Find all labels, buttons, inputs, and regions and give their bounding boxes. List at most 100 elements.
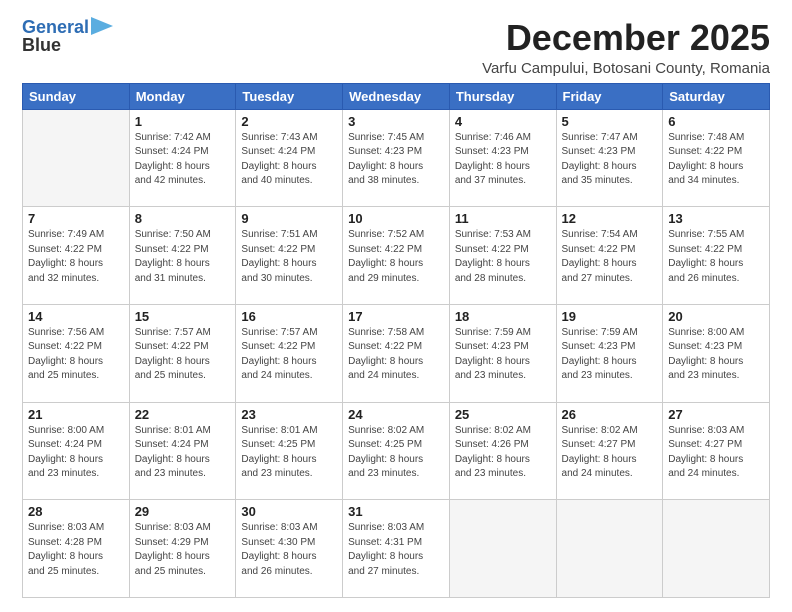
day-number: 28 [28, 504, 124, 519]
calendar-cell: 13 Sunrise: 7:55 AM Sunset: 4:22 PM Dayli… [663, 207, 770, 305]
calendar-cell: 2 Sunrise: 7:43 AM Sunset: 4:24 PM Daylig… [236, 109, 343, 207]
calendar-cell: 29 Sunrise: 8:03 AM Sunset: 4:29 PM Dayli… [129, 500, 236, 598]
day-info: Sunrise: 7:55 AM Sunset: 4:22 PM Dayligh… [668, 228, 764, 286]
day-info: Sunrise: 8:02 AM Sunset: 4:26 PM Dayligh… [455, 424, 551, 482]
calendar-table: Sunday Monday Tuesday Wednesday Thursday… [22, 83, 770, 598]
calendar-cell: 17 Sunrise: 7:58 AM Sunset: 4:22 PM Dayli… [343, 304, 450, 402]
page: General Blue December 2025 Varfu Campulu… [0, 0, 792, 612]
day-info: Sunrise: 7:57 AM Sunset: 4:22 PM Dayligh… [135, 326, 231, 384]
calendar-cell: 14 Sunrise: 7:56 AM Sunset: 4:22 PM Dayli… [23, 304, 130, 402]
day-number: 19 [562, 309, 658, 324]
day-number: 2 [241, 114, 337, 129]
day-info: Sunrise: 8:01 AM Sunset: 4:24 PM Dayligh… [135, 424, 231, 482]
day-info: Sunrise: 8:01 AM Sunset: 4:25 PM Dayligh… [241, 424, 337, 482]
calendar-cell: 26 Sunrise: 8:02 AM Sunset: 4:27 PM Dayli… [556, 402, 663, 500]
day-info: Sunrise: 7:42 AM Sunset: 4:24 PM Dayligh… [135, 131, 231, 189]
logo-general: General [22, 17, 89, 37]
day-info: Sunrise: 8:03 AM Sunset: 4:27 PM Dayligh… [668, 424, 764, 482]
title-block: December 2025 Varfu Campului, Botosani C… [482, 18, 770, 77]
day-number: 1 [135, 114, 231, 129]
day-number: 31 [348, 504, 444, 519]
day-number: 14 [28, 309, 124, 324]
calendar-cell: 27 Sunrise: 8:03 AM Sunset: 4:27 PM Dayli… [663, 402, 770, 500]
day-number: 3 [348, 114, 444, 129]
day-info: Sunrise: 8:02 AM Sunset: 4:25 PM Dayligh… [348, 424, 444, 482]
day-info: Sunrise: 7:59 AM Sunset: 4:23 PM Dayligh… [562, 326, 658, 384]
calendar-week-0: 1 Sunrise: 7:42 AM Sunset: 4:24 PM Daylig… [23, 109, 770, 207]
day-number: 18 [455, 309, 551, 324]
calendar-cell: 20 Sunrise: 8:00 AM Sunset: 4:23 PM Dayli… [663, 304, 770, 402]
calendar-cell: 3Sunrise: 7:45 AM Sunset: 4:23 PM Daylig… [343, 109, 450, 207]
day-number: 22 [135, 407, 231, 422]
calendar-cell: 12 Sunrise: 7:54 AM Sunset: 4:22 PM Dayli… [556, 207, 663, 305]
col-monday: Monday [129, 83, 236, 109]
day-number: 23 [241, 407, 337, 422]
calendar-cell: 19 Sunrise: 7:59 AM Sunset: 4:23 PM Dayli… [556, 304, 663, 402]
day-number: 20 [668, 309, 764, 324]
day-info: Sunrise: 7:59 AM Sunset: 4:23 PM Dayligh… [455, 326, 551, 384]
day-number: 6 [668, 114, 764, 129]
calendar-cell [23, 109, 130, 207]
calendar-cell: 30 Sunrise: 8:03 AM Sunset: 4:30 PM Dayli… [236, 500, 343, 598]
day-info: Sunrise: 8:03 AM Sunset: 4:29 PM Dayligh… [135, 521, 231, 579]
month-title: December 2025 [482, 18, 770, 58]
calendar-cell: 6 Sunrise: 7:48 AM Sunset: 4:22 PM Daylig… [663, 109, 770, 207]
day-info: Sunrise: 8:03 AM Sunset: 4:31 PM Dayligh… [348, 521, 444, 579]
day-info: Sunrise: 8:00 AM Sunset: 4:23 PM Dayligh… [668, 326, 764, 384]
logo-blue: Blue [22, 36, 61, 56]
day-info: Sunrise: 7:56 AM Sunset: 4:22 PM Dayligh… [28, 326, 124, 384]
calendar-cell: 18 Sunrise: 7:59 AM Sunset: 4:23 PM Dayli… [449, 304, 556, 402]
day-number: 13 [668, 211, 764, 226]
subtitle: Varfu Campului, Botosani County, Romania [482, 60, 770, 77]
calendar-cell: 10 Sunrise: 7:52 AM Sunset: 4:22 PM Dayli… [343, 207, 450, 305]
day-info: Sunrise: 7:54 AM Sunset: 4:22 PM Dayligh… [562, 228, 658, 286]
day-number: 11 [455, 211, 551, 226]
day-info: Sunrise: 7:51 AM Sunset: 4:22 PM Dayligh… [241, 228, 337, 286]
day-info: Sunrise: 7:47 AM Sunset: 4:23 PM Dayligh… [562, 131, 658, 189]
calendar-cell: 8 Sunrise: 7:50 AM Sunset: 4:22 PM Daylig… [129, 207, 236, 305]
day-info: Sunrise: 8:03 AM Sunset: 4:28 PM Dayligh… [28, 521, 124, 579]
logo-arrow-icon [91, 17, 113, 35]
calendar-cell [556, 500, 663, 598]
col-saturday: Saturday [663, 83, 770, 109]
calendar-cell: 15 Sunrise: 7:57 AM Sunset: 4:22 PM Dayli… [129, 304, 236, 402]
day-number: 10 [348, 211, 444, 226]
day-info: Sunrise: 7:57 AM Sunset: 4:22 PM Dayligh… [241, 326, 337, 384]
calendar-cell: 24 Sunrise: 8:02 AM Sunset: 4:25 PM Dayli… [343, 402, 450, 500]
day-info: Sunrise: 7:43 AM Sunset: 4:24 PM Dayligh… [241, 131, 337, 189]
calendar-week-1: 7Sunrise: 7:49 AM Sunset: 4:22 PM Daylig… [23, 207, 770, 305]
calendar-cell: 22 Sunrise: 8:01 AM Sunset: 4:24 PM Dayli… [129, 402, 236, 500]
day-number: 27 [668, 407, 764, 422]
day-info: Sunrise: 8:03 AM Sunset: 4:30 PM Dayligh… [241, 521, 337, 579]
day-number: 30 [241, 504, 337, 519]
day-info: Sunrise: 7:52 AM Sunset: 4:22 PM Dayligh… [348, 228, 444, 286]
day-number: 15 [135, 309, 231, 324]
day-info: Sunrise: 7:50 AM Sunset: 4:22 PM Dayligh… [135, 228, 231, 286]
calendar-cell: 23 Sunrise: 8:01 AM Sunset: 4:25 PM Dayli… [236, 402, 343, 500]
calendar-cell: 25Sunrise: 8:02 AM Sunset: 4:26 PM Dayli… [449, 402, 556, 500]
day-number: 12 [562, 211, 658, 226]
calendar-cell: 7Sunrise: 7:49 AM Sunset: 4:22 PM Daylig… [23, 207, 130, 305]
day-number: 24 [348, 407, 444, 422]
calendar-cell: 11Sunrise: 7:53 AM Sunset: 4:22 PM Dayli… [449, 207, 556, 305]
calendar-cell: 1 Sunrise: 7:42 AM Sunset: 4:24 PM Daylig… [129, 109, 236, 207]
day-info: Sunrise: 8:02 AM Sunset: 4:27 PM Dayligh… [562, 424, 658, 482]
logo: General Blue [22, 18, 113, 56]
day-info: Sunrise: 7:48 AM Sunset: 4:22 PM Dayligh… [668, 131, 764, 189]
day-number: 26 [562, 407, 658, 422]
day-number: 7 [28, 211, 124, 226]
calendar-cell: 16Sunrise: 7:57 AM Sunset: 4:22 PM Dayli… [236, 304, 343, 402]
col-wednesday: Wednesday [343, 83, 450, 109]
day-number: 29 [135, 504, 231, 519]
calendar-header: Sunday Monday Tuesday Wednesday Thursday… [23, 83, 770, 109]
day-info: Sunrise: 7:58 AM Sunset: 4:22 PM Dayligh… [348, 326, 444, 384]
col-tuesday: Tuesday [236, 83, 343, 109]
day-number: 17 [348, 309, 444, 324]
day-number: 8 [135, 211, 231, 226]
calendar-cell: 4Sunrise: 7:46 AM Sunset: 4:23 PM Daylig… [449, 109, 556, 207]
calendar-cell: 9Sunrise: 7:51 AM Sunset: 4:22 PM Daylig… [236, 207, 343, 305]
col-sunday: Sunday [23, 83, 130, 109]
header: General Blue December 2025 Varfu Campulu… [22, 18, 770, 77]
col-thursday: Thursday [449, 83, 556, 109]
day-number: 4 [455, 114, 551, 129]
